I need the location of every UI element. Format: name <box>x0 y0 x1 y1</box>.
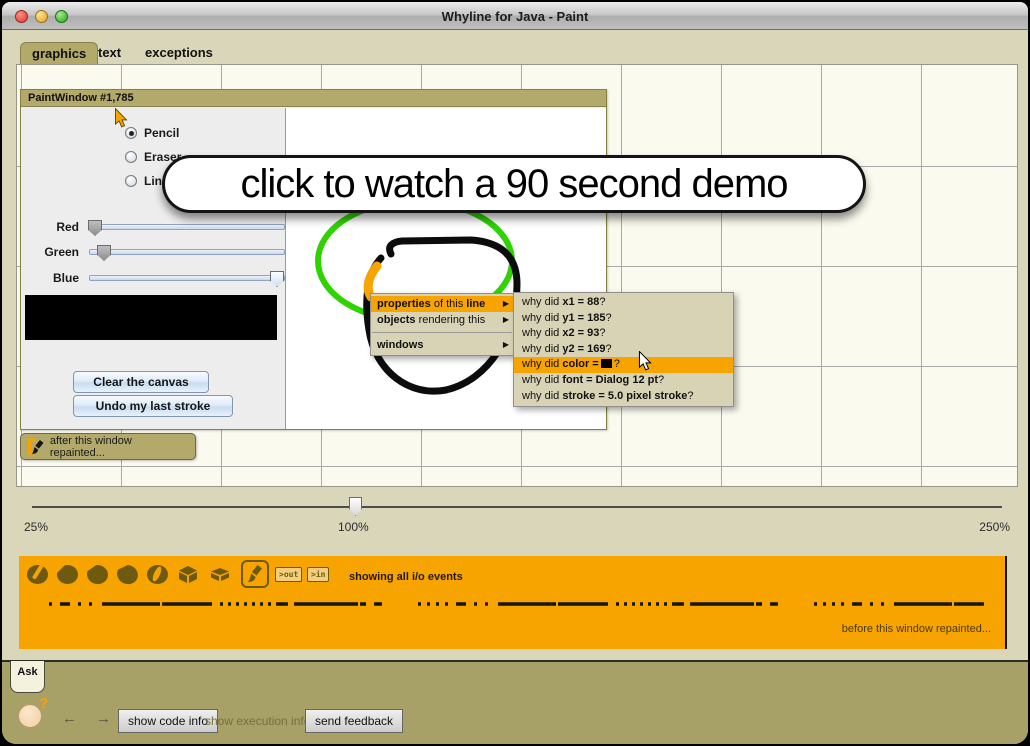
tab-text[interactable]: text <box>98 45 121 60</box>
blue-slider-track[interactable] <box>89 275 285 281</box>
tool-option-pencil[interactable]: Pencil <box>125 126 179 140</box>
tab-exceptions[interactable]: exceptions <box>145 45 213 60</box>
event-filter-pie-icon[interactable] <box>86 563 110 585</box>
orange-cursor-icon <box>114 108 128 128</box>
event-timeline-track[interactable] <box>49 600 984 608</box>
green-slider-label: Green <box>35 245 79 259</box>
context-menu: properties of this line ▶ objects render… <box>370 293 514 356</box>
event-filter-sliced-icon[interactable] <box>27 565 48 584</box>
blue-slider: Blue <box>35 270 289 287</box>
submenu-arrow-icon: ▶ <box>503 296 509 312</box>
ask-tab[interactable]: Ask <box>10 661 45 693</box>
menu-item-windows[interactable]: windows ▶ <box>371 337 513 353</box>
radio-pencil-icon[interactable] <box>125 127 137 139</box>
paintbrush-icon <box>27 438 45 456</box>
red-slider-label: Red <box>35 220 79 234</box>
menu-item-objects[interactable]: objects rendering this ▶ <box>371 312 513 328</box>
red-slider: Red <box>35 219 289 236</box>
menu-item-why-stroke[interactable]: why did stroke = 5.0 pixel stroke? <box>514 389 733 405</box>
after-repaint-label: after this window repainted... <box>50 435 189 459</box>
zoom-current-label: 100% <box>338 520 369 534</box>
clear-canvas-button[interactable]: Clear the canvas <box>73 371 209 393</box>
red-slider-thumb[interactable] <box>88 220 102 236</box>
radio-line-icon[interactable] <box>125 175 137 187</box>
demo-callout[interactable]: click to watch a 90 second demo <box>162 155 866 213</box>
event-filter-pie-icon[interactable] <box>57 565 78 584</box>
back-arrow-button[interactable]: ← <box>62 710 77 727</box>
submenu-arrow-icon: ▶ <box>503 337 509 353</box>
after-repaint-button[interactable]: after this window repainted... <box>20 433 196 460</box>
timeline-bar: >out >in showing all i/o events before t… <box>19 556 1007 649</box>
mouse-cursor-icon <box>638 351 652 371</box>
window-title: Whyline for Java - Paint <box>2 9 1028 24</box>
forward-arrow-button[interactable]: → <box>96 710 111 727</box>
submenu-arrow-icon: ▶ <box>503 312 509 328</box>
app-window: Whyline for Java - Paint graphics text e… <box>2 2 1028 744</box>
menu-item-properties[interactable]: properties of this line ▶ <box>371 296 513 312</box>
menu-item-why-y1[interactable]: why did y1 = 185? <box>514 311 733 327</box>
titlebar: Whyline for Java - Paint <box>2 2 1028 30</box>
menu-item-why-color[interactable]: why did color =? <box>514 357 733 373</box>
show-execution-info-disabled: show execution info <box>205 714 310 728</box>
color-swatch <box>25 295 277 340</box>
green-slider-track[interactable] <box>89 249 285 255</box>
question-mark-icon: ? <box>39 695 48 712</box>
zoom-slider-track[interactable] <box>32 506 1002 508</box>
timeline-status: showing all i/o events <box>349 571 463 583</box>
menu-item-why-x1[interactable]: why did x1 = 88? <box>514 295 733 311</box>
paint-events-toggle[interactable] <box>241 560 269 588</box>
zoom-min-label: 25% <box>24 520 48 534</box>
show-code-info-button[interactable]: show code info <box>118 709 218 733</box>
send-feedback-button[interactable]: send feedback <box>305 709 403 733</box>
green-slider: Green <box>35 244 289 261</box>
blue-slider-label: Blue <box>35 271 79 285</box>
timeline-note: before this window repainted... <box>842 623 991 635</box>
tool-label: Pencil <box>144 126 179 140</box>
menu-item-why-x2[interactable]: why did x2 = 93? <box>514 326 733 342</box>
green-slider-thumb[interactable] <box>97 245 111 261</box>
event-filter-band-icon[interactable] <box>147 565 168 584</box>
menu-item-why-y2[interactable]: why did y2 = 169? <box>514 342 733 358</box>
undo-stroke-button[interactable]: Undo my last stroke <box>73 395 233 417</box>
color-value-swatch <box>601 359 612 368</box>
event-filter-flatbox-icon[interactable] <box>209 567 231 583</box>
blue-slider-thumb[interactable] <box>270 271 284 287</box>
red-slider-track[interactable] <box>89 224 285 230</box>
screen: Whyline for Java - Paint graphics text e… <box>0 0 1030 746</box>
radio-eraser-icon[interactable] <box>125 151 137 163</box>
event-filter-box-icon[interactable] <box>177 564 199 585</box>
paint-window-title[interactable]: PaintWindow #1,785 <box>21 90 606 107</box>
menu-separator <box>372 332 512 333</box>
step-out-button[interactable]: >out <box>275 567 302 582</box>
zoom-max-label: 250% <box>960 520 1010 534</box>
step-in-button[interactable]: >in <box>307 567 329 582</box>
menu-item-why-font[interactable]: why did font = Dialog 12 pt? <box>514 373 733 389</box>
tab-graphics[interactable]: graphics <box>20 42 98 64</box>
question-submenu: why did x1 = 88? why did y1 = 185? why d… <box>513 292 734 407</box>
paintbrush-icon <box>245 564 265 584</box>
zoom-slider-thumb[interactable] <box>349 497 362 516</box>
event-filter-pie-icon[interactable] <box>114 562 140 587</box>
